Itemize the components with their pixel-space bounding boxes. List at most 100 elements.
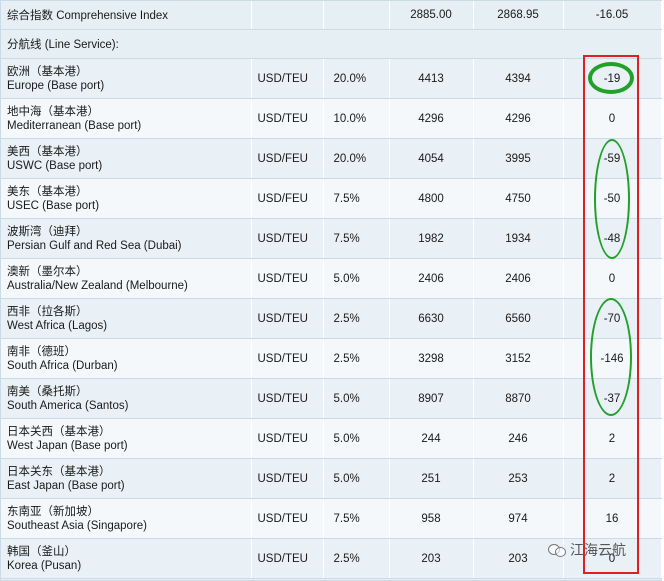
route-name-en: West Japan (Base port) <box>7 439 128 452</box>
table-row: 地中海（基本港） Mediterranean (Base port) USD/TEU… <box>1 98 662 139</box>
unit-cell: USD/TEU <box>251 498 324 539</box>
weight-cell: 20.0% <box>323 58 390 99</box>
route-name-en: Mediterranean (Base port) <box>7 119 142 132</box>
comprehensive-index-row: 综合指数 Comprehensive Index 2885.00 2868.95… <box>1 1 662 30</box>
unit-cell: USD/TEU <box>251 258 324 299</box>
change-cell: 0 <box>563 258 662 299</box>
unit-cell: USD/FEU <box>251 178 324 219</box>
weight-cell: 20.0% <box>323 138 390 179</box>
unit-cell: USD/TEU <box>251 98 324 139</box>
route-cell: 日本关西（基本港） West Japan (Base port) <box>1 418 252 459</box>
unit-cell: USD/TEU <box>251 58 324 99</box>
table-row: 韩国（釜山） Korea (Pusan) USD/TEU 2.5% 203 203 0 <box>1 538 662 579</box>
comprehensive-index-curr: 2868.95 <box>473 1 564 30</box>
current-index-cell: 2406 <box>473 258 564 299</box>
weight-cell: 7.5% <box>323 218 390 259</box>
previous-index-cell: 1982 <box>389 218 474 259</box>
change-cell: -50 <box>563 178 662 219</box>
freight-index-table-sheet: 综合指数 Comprehensive Index 2885.00 2868.95… <box>0 0 662 581</box>
route-name-cn: 日本关东（基本港） <box>7 465 111 478</box>
table-row: 美西（基本港） USWC (Base port) USD/FEU 20.0% 4054 3… <box>1 138 662 179</box>
change-cell: 0 <box>563 538 662 579</box>
change-cell: -48 <box>563 218 662 259</box>
route-name-cn: 地中海（基本港） <box>7 105 99 118</box>
route-name-cn: 欧洲（基本港） <box>7 65 88 78</box>
weight-cell: 7.5% <box>323 498 390 539</box>
route-cell: 地中海（基本港） Mediterranean (Base port) <box>1 98 252 139</box>
route-cell: 南美（桑托斯） South America (Santos) <box>1 378 252 419</box>
change-cell: -19 <box>563 58 662 99</box>
current-index-cell: 3152 <box>473 338 564 379</box>
route-name-en: South Africa (Durban) <box>7 359 118 372</box>
route-name-en: South America (Santos) <box>7 399 129 412</box>
table-row: 西非（拉各斯） West Africa (Lagos) USD/TEU 2.5% 663… <box>1 298 662 339</box>
change-cell: -146 <box>563 338 662 379</box>
route-name-cn: 美西（基本港） <box>7 145 88 158</box>
change-cell: 0 <box>563 98 662 139</box>
previous-index-cell: 4800 <box>389 178 474 219</box>
unit-cell: USD/TEU <box>251 218 324 259</box>
unit-cell: USD/TEU <box>251 458 324 499</box>
previous-index-cell: 4054 <box>389 138 474 179</box>
previous-index-cell: 2406 <box>389 258 474 299</box>
previous-index-cell: 251 <box>389 458 474 499</box>
previous-index-cell: 244 <box>389 418 474 459</box>
unit-cell: USD/TEU <box>251 378 324 419</box>
route-name-en: Europe (Base port) <box>7 79 105 92</box>
previous-index-cell: 3298 <box>389 338 474 379</box>
change-cell: -70 <box>563 298 662 339</box>
table-row: 欧洲（基本港） Europe (Base port) USD/TEU 20.0% 441… <box>1 58 662 99</box>
change-cell: -37 <box>563 378 662 419</box>
route-cell: 澳新（墨尔本） Australia/New Zealand (Melbourne) <box>1 258 252 299</box>
route-cell: 波斯湾（迪拜） Persian Gulf and Red Sea (Dubai) <box>1 218 252 259</box>
table-row: 美东（基本港） USEC (Base port) USD/FEU 7.5% 4800 47… <box>1 178 662 219</box>
table-row: 波斯湾（迪拜） Persian Gulf and Red Sea (Dubai) U… <box>1 218 662 259</box>
route-cell: 西非（拉各斯） West Africa (Lagos) <box>1 298 252 339</box>
route-name-cn: 日本关西（基本港） <box>7 425 111 438</box>
previous-index-cell: 8907 <box>389 378 474 419</box>
previous-index-cell: 203 <box>389 538 474 579</box>
unit-cell: USD/FEU <box>251 138 324 179</box>
weight-cell: 10.0% <box>323 98 390 139</box>
change-cell: 2 <box>563 458 662 499</box>
current-index-cell: 246 <box>473 418 564 459</box>
route-name-en: East Japan (Base port) <box>7 479 125 492</box>
current-index-cell: 8870 <box>473 378 564 419</box>
route-name-cn: 波斯湾（迪拜） <box>7 225 88 238</box>
current-index-cell: 3995 <box>473 138 564 179</box>
line-service-label: 分航线 (Line Service): <box>1 29 662 59</box>
table-row: 澳新（墨尔本） Australia/New Zealand (Melbourne)… <box>1 258 662 299</box>
route-name-cn: 东南亚（新加坡） <box>7 505 99 518</box>
route-name-en: USEC (Base port) <box>7 199 100 212</box>
route-name-en: Southeast Asia (Singapore) <box>7 519 148 532</box>
previous-index-cell: 4413 <box>389 58 474 99</box>
table-row: 东南亚（新加坡） Southeast Asia (Singapore) USD/TE… <box>1 498 662 539</box>
route-cell: 南非（德班） South Africa (Durban) <box>1 338 252 379</box>
route-cell: 欧洲（基本港） Europe (Base port) <box>1 58 252 99</box>
route-name-en: Australia/New Zealand (Melbourne) <box>7 279 188 292</box>
table-row: 南美（桑托斯） South America (Santos) USD/TEU 5.0%… <box>1 378 662 419</box>
table-row: 南非（德班） South Africa (Durban) USD/TEU 2.5% 32… <box>1 338 662 379</box>
weight-cell: 2.5% <box>323 338 390 379</box>
weight-cell: 2.5% <box>323 298 390 339</box>
route-name-cn: 南非（德班） <box>7 345 76 358</box>
current-index-cell: 6560 <box>473 298 564 339</box>
previous-index-cell: 4296 <box>389 98 474 139</box>
current-index-cell: 4750 <box>473 178 564 219</box>
unit-cell: USD/TEU <box>251 298 324 339</box>
route-name-cn: 澳新（墨尔本） <box>7 265 88 278</box>
table-row: 日本关西（基本港） West Japan (Base port) USD/TEU 5.… <box>1 418 662 459</box>
route-name-en: Korea (Pusan) <box>7 559 82 572</box>
line-service-header-row: 分航线 (Line Service): <box>1 29 662 59</box>
change-cell: -59 <box>563 138 662 179</box>
current-index-cell: 1934 <box>473 218 564 259</box>
weight-cell: 7.5% <box>323 178 390 219</box>
comprehensive-index-label: 综合指数 Comprehensive Index <box>1 1 252 30</box>
unit-cell: USD/TEU <box>251 538 324 579</box>
table-row: 日本关东（基本港） East Japan (Base port) USD/TEU 5.… <box>1 458 662 499</box>
unit-cell: USD/TEU <box>251 338 324 379</box>
freight-index-table: 综合指数 Comprehensive Index 2885.00 2868.95… <box>1 1 662 579</box>
weight-cell: 2.5% <box>323 538 390 579</box>
current-index-cell: 4296 <box>473 98 564 139</box>
route-name-cn: 美东（基本港） <box>7 185 88 198</box>
